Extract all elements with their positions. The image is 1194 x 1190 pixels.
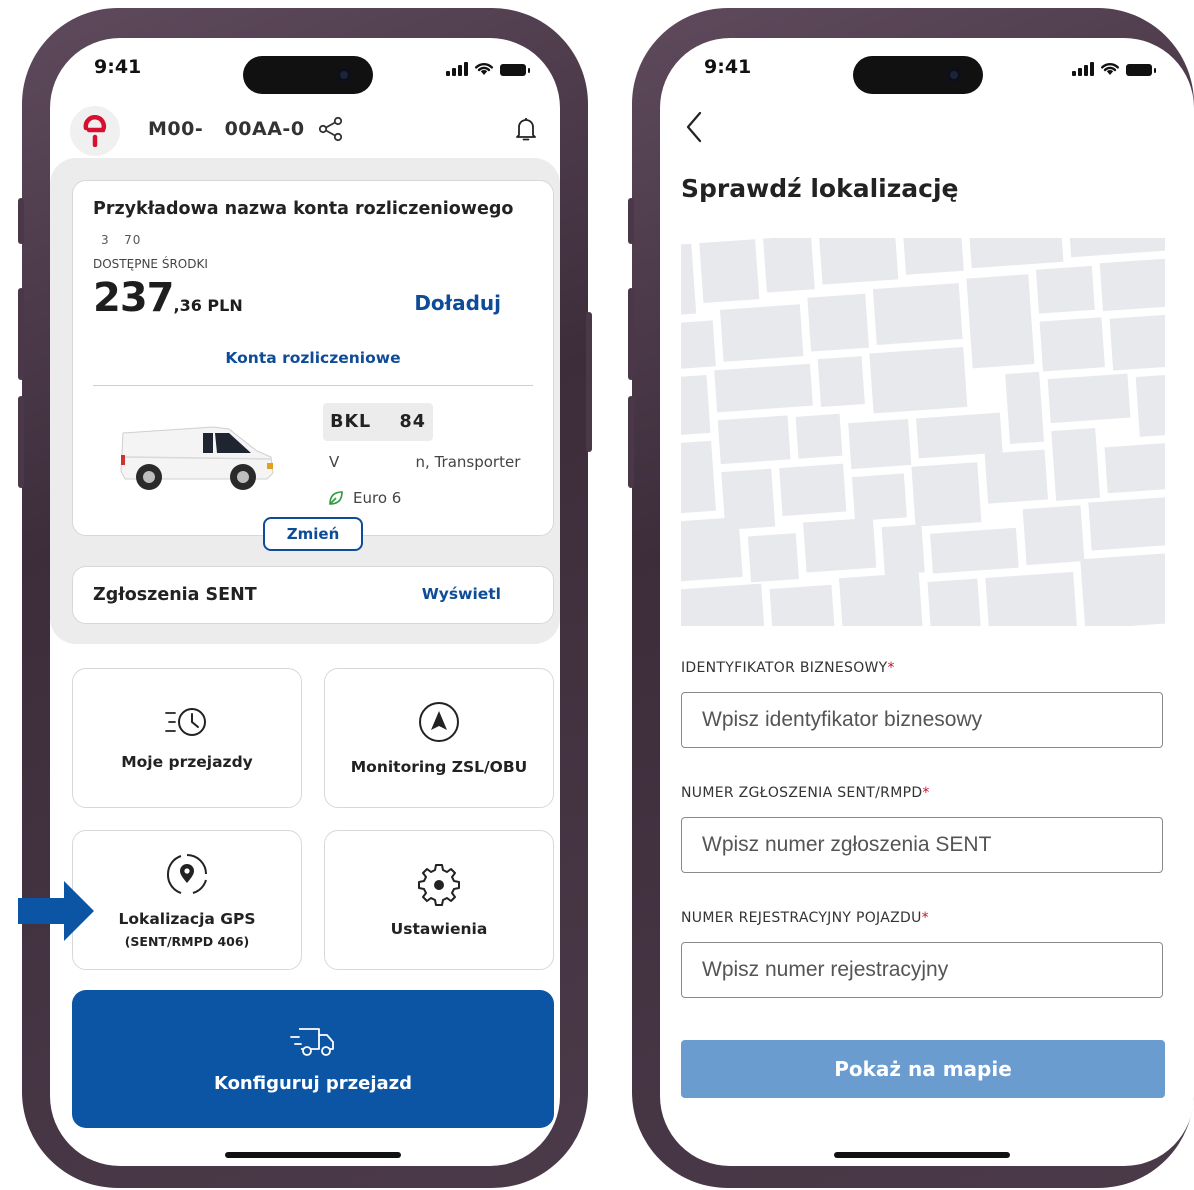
account-name: Przykładowa nazwa konta rozliczeniowego	[93, 199, 514, 219]
sent-title: Zgłoszenia SENT	[93, 585, 257, 605]
side-button	[18, 396, 24, 488]
change-vehicle-button[interactable]: Zmień	[263, 517, 363, 551]
side-button	[628, 288, 634, 380]
wifi-icon	[1101, 63, 1119, 75]
registration-number-input[interactable]	[681, 942, 1163, 998]
dynamic-island	[853, 56, 983, 94]
required-mark: *	[922, 785, 930, 801]
truck-icon	[290, 1027, 334, 1056]
show-on-map-button[interactable]: Pokaż na mapie	[681, 1040, 1165, 1098]
location-pin-icon	[166, 853, 207, 894]
phone-frame-left: 9:41 M00- 00AA-0 Przykładowa nazwa konta…	[18, 8, 592, 1188]
topup-link[interactable]: Doładuj	[414, 291, 501, 315]
sent-show-link[interactable]: Wyświetl	[422, 585, 501, 603]
wifi-icon	[475, 63, 493, 75]
configure-trip-label: Konfiguruj przejazd	[213, 1072, 413, 1094]
business-id-label: IDENTYFIKATOR BIZNESOWY*	[681, 660, 895, 676]
share-icon[interactable]	[318, 116, 344, 142]
tile-label: Ustawienia	[390, 920, 488, 938]
emission-label: Euro 6	[353, 489, 402, 507]
home-indicator	[225, 1152, 401, 1158]
top-bar: M00- 00AA-0	[50, 98, 560, 162]
tile-my-trips[interactable]: Moje przejazdy	[72, 668, 302, 808]
home-screen: 9:41 M00- 00AA-0 Przykładowa nazwa konta…	[50, 38, 560, 1166]
van-image	[120, 426, 274, 490]
business-id-input[interactable]	[681, 692, 1163, 748]
phone-frame-right: 9:41 Sprawdź lokalizację IDENTYFIKATOR B…	[628, 8, 1194, 1188]
field-label-text: NUMER REJESTRACYJNY POJAZDU	[681, 910, 922, 926]
vehicle-model: V n, Transporter	[329, 453, 521, 471]
signal-icon	[446, 62, 468, 76]
home-indicator	[834, 1152, 1010, 1158]
field-label-text: NUMER ZGŁOSZENIA SENT/RMPD	[681, 785, 923, 801]
vehicle-plate-selector[interactable]: M00- 00AA-0	[148, 118, 305, 140]
sent-number-label: NUMER ZGŁOSZENIA SENT/RMPD*	[681, 785, 930, 801]
status-icons	[446, 61, 530, 76]
battery-icon	[500, 64, 530, 76]
divider	[93, 385, 533, 386]
status-time: 9:41	[94, 56, 142, 78]
clock-speed-icon	[165, 708, 206, 736]
tile-label: Lokalizacja GPS	[118, 909, 256, 928]
side-button	[18, 198, 24, 244]
battery-icon	[1126, 64, 1156, 76]
side-button	[586, 312, 592, 452]
balance-main: 237	[93, 275, 174, 321]
leaf-icon	[329, 491, 343, 505]
map-placeholder[interactable]	[681, 238, 1165, 626]
location-screen: 9:41 Sprawdź lokalizację IDENTYFIKATOR B…	[660, 38, 1194, 1166]
back-chevron-icon[interactable]	[684, 110, 704, 144]
accounts-link[interactable]: Konta rozliczeniowe	[73, 349, 553, 367]
tile-monitoring[interactable]: Monitoring ZSL/OBU	[324, 668, 554, 808]
account-card: Przykładowa nazwa konta rozliczeniowego …	[72, 180, 554, 551]
bell-icon[interactable]	[514, 116, 538, 142]
registration-number-label: NUMER REJESTRACYJNY POJAZDU*	[681, 910, 929, 926]
tile-label: Monitoring ZSL/OBU	[350, 758, 528, 776]
tile-settings[interactable]: Ustawienia	[324, 830, 554, 970]
vehicle-plate-badge: BKL 84	[323, 403, 433, 441]
side-button	[628, 396, 634, 488]
tile-gps-location[interactable]: Lokalizacja GPS (SENT/RMPD 406)	[72, 830, 302, 970]
sent-number-input[interactable]	[681, 817, 1163, 873]
balance-fraction: ,36 PLN	[173, 296, 243, 315]
field-label-text: IDENTYFIKATOR BIZNESOWY	[681, 660, 888, 676]
signal-icon	[1072, 62, 1094, 76]
account-number: 3 70	[101, 233, 142, 247]
balance-amount: 237,36 PLN	[93, 275, 243, 321]
required-mark: *	[921, 910, 929, 926]
navigation-icon	[419, 702, 459, 742]
funds-label: DOSTĘPNE ŚRODKI	[93, 257, 208, 271]
dynamic-island	[243, 56, 373, 94]
map-grid-graphic	[681, 238, 1165, 626]
tile-sublabel: (SENT/RMPD 406)	[124, 933, 250, 949]
pointer-arrow-icon	[18, 881, 94, 941]
status-icons	[1072, 61, 1156, 76]
side-button	[628, 198, 634, 244]
side-button	[18, 288, 24, 380]
tile-label: Moje przejazdy	[121, 753, 253, 771]
required-mark: *	[887, 660, 895, 676]
app-logo[interactable]	[70, 106, 120, 156]
emission-class: Euro 6	[327, 489, 401, 507]
gear-icon	[418, 864, 460, 906]
configure-trip-button[interactable]: Konfiguruj przejazd	[72, 990, 554, 1128]
page-title: Sprawdź lokalizację	[681, 174, 959, 203]
sent-card[interactable]: Zgłoszenia SENT Wyświetl	[72, 566, 554, 624]
status-time: 9:41	[704, 56, 752, 78]
e-toll-logo-icon	[83, 115, 107, 147]
